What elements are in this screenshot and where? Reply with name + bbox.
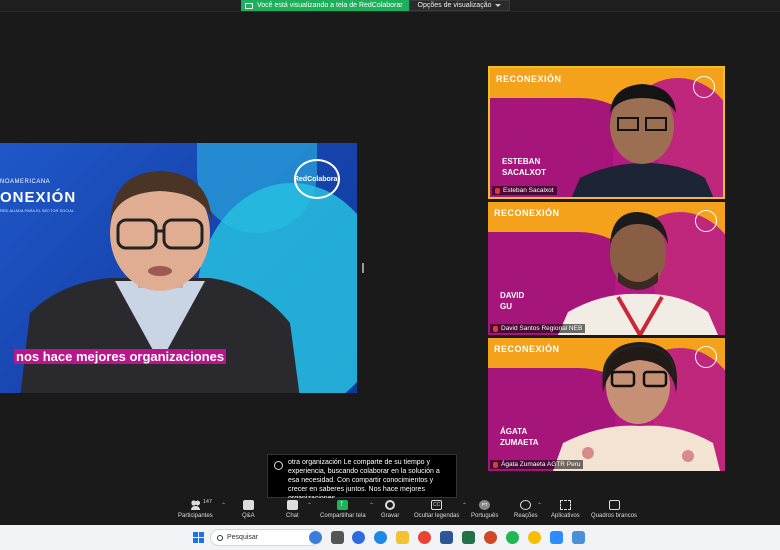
chat-button[interactable]: Chat <box>286 500 299 519</box>
meeting-controls-toolbar: 147 Participantes ⌃ Q&A Chat ⌃ Compartil… <box>0 498 780 525</box>
mic-muted-icon <box>493 461 498 468</box>
tile-overlay-name: ESTEBAN SACALXOT <box>502 157 546 177</box>
participant-name-tag: Ágata Zumaeta AGTR Peru <box>490 460 584 469</box>
qa-button[interactable]: Q&A <box>242 500 255 519</box>
photos-app-icon[interactable] <box>572 531 585 544</box>
view-options-button[interactable]: Opções de visualização <box>408 0 511 11</box>
hide-captions-label: Ocultar legendas <box>414 513 460 519</box>
apps-button[interactable]: Aplicativos <box>551 500 580 519</box>
share-caret-icon[interactable]: ⌃ <box>369 502 374 509</box>
apps-label: Aplicativos <box>551 513 580 519</box>
share-screen-label: Compartilhar tela <box>320 513 366 519</box>
live-captions-text: otra organización Le comparte de su tiem… <box>288 459 440 502</box>
search-placeholder: Pesquisar <box>227 534 259 541</box>
whiteboards-button[interactable]: Quadros brancos <box>591 500 637 519</box>
tile-overlay-name: DAVID GU <box>500 291 525 311</box>
screen-share-banner: Você está visualizando a tela de RedCola… <box>241 0 511 11</box>
participants-icon: 147 <box>189 499 212 510</box>
burned-in-caption: nos hace mejores organizaciones <box>14 349 227 364</box>
file-explorer-icon[interactable] <box>396 531 409 544</box>
monitor-icon <box>245 2 253 9</box>
reactions-icon <box>520 500 532 510</box>
reactions-label: Reações <box>514 513 538 519</box>
mic-muted-icon <box>495 187 500 194</box>
participants-label: Participantes <box>178 513 213 519</box>
participant-name-tag: David Santos Regional NEB <box>490 324 586 333</box>
view-options-label: Opções de visualização <box>417 2 492 9</box>
chat-caret-icon[interactable]: ⌃ <box>307 502 312 509</box>
chrome-icon[interactable] <box>418 531 431 544</box>
task-view-icon[interactable] <box>331 531 344 544</box>
qa-label: Q&A <box>242 513 255 519</box>
live-captions-box[interactable]: otra organización Le comparte de su tiem… <box>267 454 457 502</box>
whiteboard-icon <box>608 500 620 510</box>
powerpoint-icon[interactable] <box>484 531 497 544</box>
reactions-button[interactable]: Reações <box>514 500 538 519</box>
participant-person <box>558 212 718 335</box>
chevron-down-icon <box>495 4 502 7</box>
windows-taskbar: Pesquisar <box>0 525 780 550</box>
record-button[interactable]: Gravar <box>381 500 399 519</box>
redcolaborar-logo: RedColaborar <box>294 159 340 199</box>
taskbar-search-input[interactable]: Pesquisar <box>210 529 320 546</box>
participant-person <box>553 342 720 471</box>
participants-count: 147 <box>202 499 213 505</box>
record-label: Gravar <box>381 513 400 519</box>
participants-button[interactable]: 147 Participantes <box>178 499 213 519</box>
participant-tile[interactable]: RECONEXIÓN ÁGATA ZUMAETA Ágata Zumaeta AG… <box>488 338 725 471</box>
mic-muted-icon <box>493 325 498 332</box>
chrome-profile-icon[interactable] <box>528 531 541 544</box>
language-label: Português <box>471 513 499 519</box>
zoom-app-icon[interactable] <box>550 531 563 544</box>
participant-person <box>571 84 714 197</box>
tile-overlay-name: ÁGATA ZUMAETA <box>500 427 539 447</box>
captions-icon: CC <box>431 500 443 510</box>
share-status-text: Você está visualizando a tela de RedCola… <box>257 2 403 9</box>
chat-app-icon[interactable] <box>352 531 365 544</box>
reactions-caret-icon[interactable]: ⌃ <box>537 502 542 509</box>
split-drag-handle[interactable] <box>362 263 364 273</box>
caption-settings-icon[interactable] <box>274 461 283 470</box>
windows-start-icon[interactable] <box>193 532 204 543</box>
zoom-meeting-window: Você está visualizando a tela de RedCola… <box>0 0 780 550</box>
apps-icon <box>559 500 571 510</box>
edge-browser-icon[interactable] <box>374 531 387 544</box>
share-status: Você está visualizando a tela de RedCola… <box>241 0 409 11</box>
hide-captions-button[interactable]: CC Ocultar legendas <box>414 500 459 519</box>
participant-tile[interactable]: RECONEXIÓN DAVID GU David Santos Regional… <box>488 202 725 335</box>
active-speaker-video[interactable]: NOAMERICANA ONEXIÓN RED ALIADA PARA EL S… <box>0 143 357 393</box>
spotify-icon[interactable] <box>506 531 519 544</box>
copilot-icon[interactable] <box>309 531 322 544</box>
share-screen-icon <box>337 498 349 510</box>
excel-icon[interactable] <box>462 531 475 544</box>
participants-caret-icon[interactable]: ⌃ <box>221 502 226 509</box>
record-icon <box>385 500 396 510</box>
chat-label: Chat <box>286 513 299 519</box>
participant-tile[interactable]: RECONEXIÓN ESTEBAN SACALXOT Esteban Sacal… <box>488 66 725 199</box>
chat-icon <box>286 500 298 510</box>
language-button[interactable]: PT Português <box>471 500 498 519</box>
search-icon <box>217 534 223 541</box>
whiteboards-label: Quadros brancos <box>591 513 638 519</box>
share-screen-button[interactable]: Compartilhar tela <box>320 498 366 519</box>
participant-name-tag: Esteban Sacalxot <box>492 186 557 195</box>
qa-icon <box>242 500 254 510</box>
word-icon[interactable] <box>440 531 453 544</box>
language-icon: PT <box>479 500 491 510</box>
captions-caret-icon[interactable]: ⌃ <box>462 502 467 509</box>
